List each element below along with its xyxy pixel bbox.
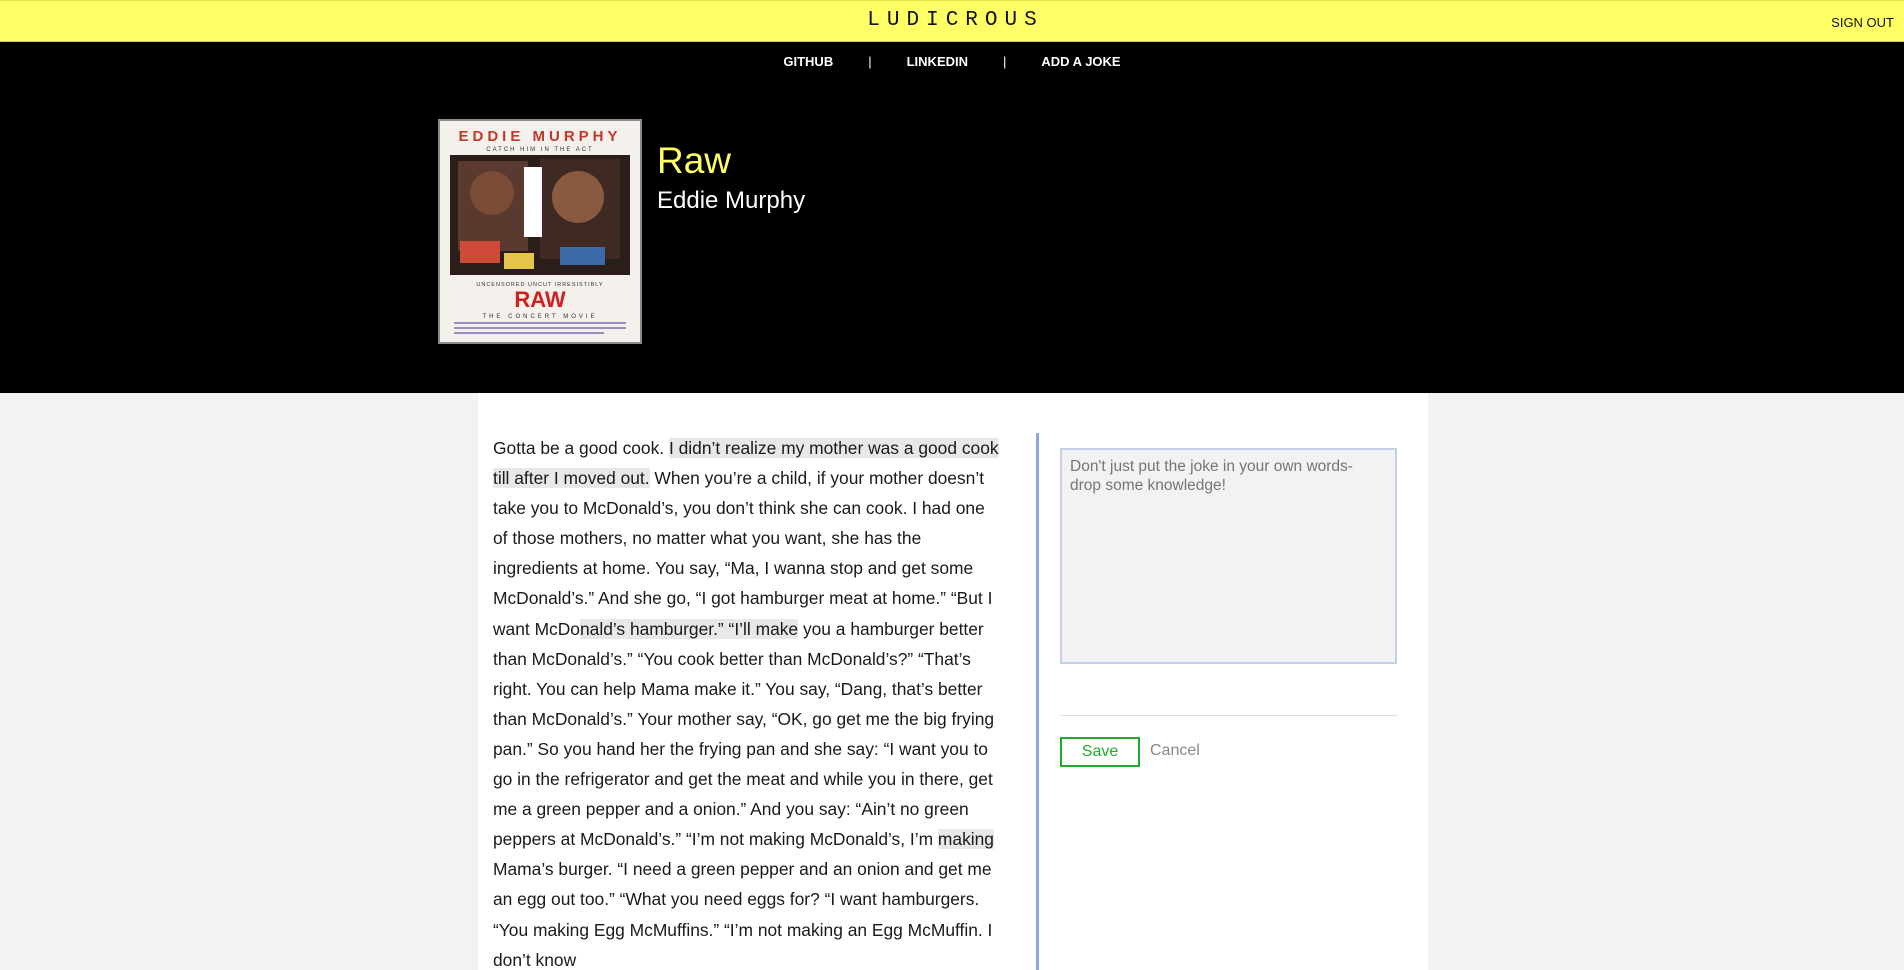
- cancel-button[interactable]: Cancel: [1150, 742, 1200, 760]
- poster-title: RAW: [514, 287, 566, 312]
- joke-segment: you a hamburger better than McDonald’s.”…: [493, 618, 995, 850]
- sign-out-link[interactable]: SIGN OUT: [1831, 15, 1894, 30]
- joke-text: Gotta be a good cook. I didn’t realize m…: [493, 433, 1003, 970]
- poster-bottom-text: THE CONCERT MOVIE: [482, 314, 597, 320]
- poster-top-text: EDDIE MURPHY: [458, 128, 621, 145]
- nav-linkedin-link[interactable]: LINKEDIN: [872, 54, 1003, 69]
- nav-github-link[interactable]: GITHUB: [748, 54, 868, 69]
- joke-content-panel: Gotta be a good cook. I didn’t realize m…: [478, 393, 1428, 970]
- joke-segment: Mama’s burger. “I need a green pepper an…: [493, 859, 993, 970]
- main-nav: GITHUB | LINKEDIN | ADD A JOKE: [0, 54, 1904, 69]
- annotation-textarea[interactable]: [1060, 448, 1397, 664]
- joke-segment: Gotta be a good cook.: [493, 438, 669, 458]
- annotated-segment[interactable]: making: [937, 829, 994, 850]
- annotated-segment[interactable]: nald’s hamburger.” “I’ll make: [579, 618, 799, 639]
- joke-segment: When you’re a child, if your mother does…: [493, 468, 993, 639]
- annotation-border: [1036, 433, 1039, 970]
- divider: [1060, 715, 1397, 716]
- poster-tagline: CATCH HIM IN THE ACT: [486, 147, 593, 153]
- special-title: Raw: [657, 140, 732, 181]
- save-button[interactable]: Save: [1060, 737, 1140, 767]
- nav-add-joke-link[interactable]: ADD A JOKE: [1006, 54, 1155, 69]
- comedian-name[interactable]: Eddie Murphy: [657, 187, 805, 215]
- special-header: GITHUB | LINKEDIN | ADD A JOKE EDDIE MUR…: [0, 42, 1904, 393]
- poster-artwork: EDDIE MURPHY CATCH HIM IN THE ACT UNCENS…: [440, 121, 640, 342]
- special-poster-image: EDDIE MURPHY CATCH HIM IN THE ACT UNCENS…: [438, 119, 642, 344]
- app-logo[interactable]: LUDICROUS: [0, 9, 1904, 32]
- top-bar: LUDICROUS SIGN OUT: [0, 0, 1904, 42]
